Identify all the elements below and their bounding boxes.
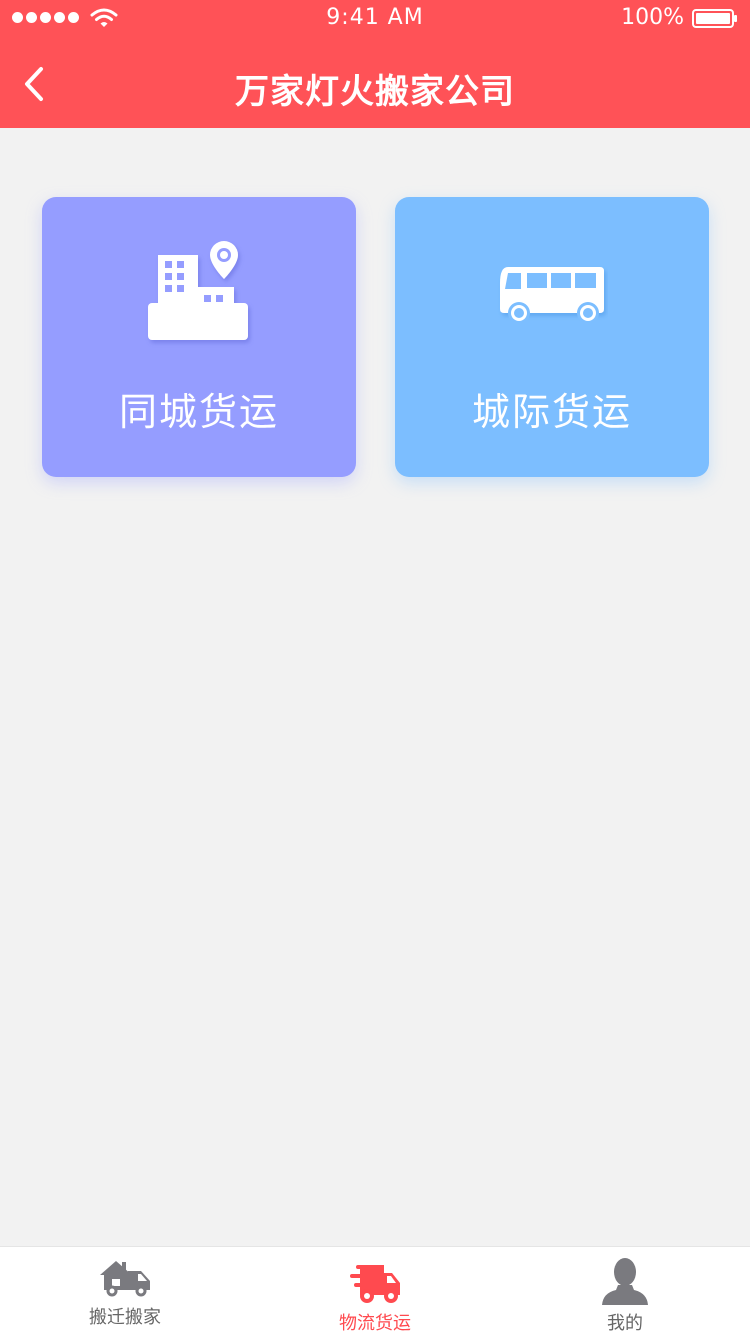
user-icon <box>500 1257 750 1305</box>
bottom-tab-bar: 搬迁搬家 物流货运 我的 <box>0 1246 750 1335</box>
header: 9:41 AM 100% 万家灯火搬家公司 <box>0 0 750 128</box>
tab-label: 我的 <box>607 1313 643 1334</box>
delivery-truck-icon <box>250 1263 500 1305</box>
city-building-location-icon <box>42 241 356 351</box>
page-title: 万家灯火搬家公司 <box>235 72 515 112</box>
battery-percentage: 100% <box>621 5 684 30</box>
tab-logistics[interactable]: 物流货运 <box>250 1247 500 1335</box>
bus-icon <box>395 241 709 351</box>
tab-label: 物流货运 <box>339 1313 411 1334</box>
navigation-bar: 万家灯火搬家公司 <box>0 40 750 128</box>
tab-profile[interactable]: 我的 <box>500 1247 750 1335</box>
moving-truck-house-icon <box>0 1253 250 1297</box>
status-bar: 9:41 AM 100% <box>0 0 750 40</box>
intercity-freight-card[interactable]: 城际货运 <box>395 197 709 477</box>
local-freight-card[interactable]: 同城货运 <box>42 197 356 477</box>
tab-label: 搬迁搬家 <box>89 1307 161 1328</box>
card-label: 同城货运 <box>118 390 279 434</box>
card-label: 城际货运 <box>471 390 632 434</box>
battery-icon <box>692 9 737 28</box>
tab-moving[interactable]: 搬迁搬家 <box>0 1247 250 1335</box>
